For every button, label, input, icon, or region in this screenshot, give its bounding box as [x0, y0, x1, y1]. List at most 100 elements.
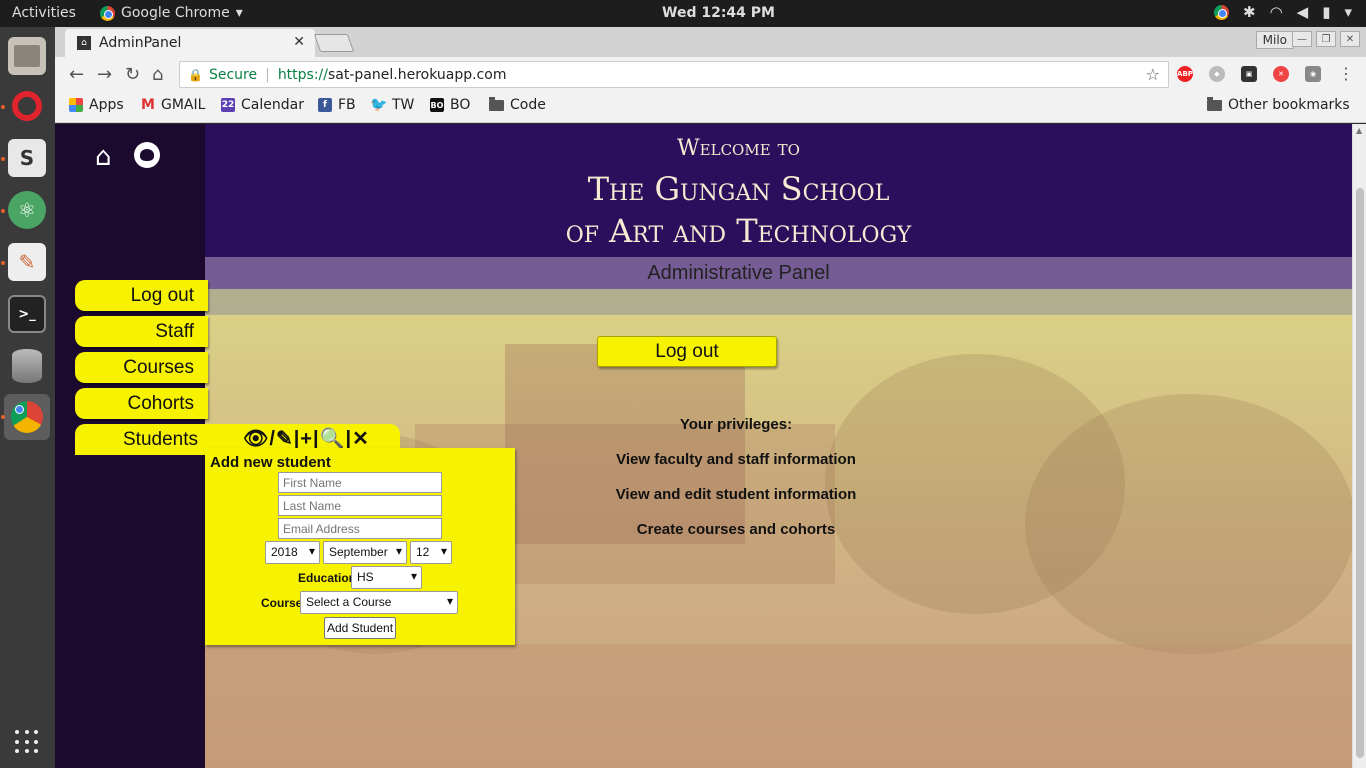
menu-icon[interactable]: ⋮ [1338, 64, 1354, 83]
tab-adminpanel[interactable]: ⌂ AdminPanel ✕ [65, 29, 315, 57]
app-name: Google Chrome [121, 5, 230, 21]
clock[interactable]: Wed 12:44 PM [662, 5, 775, 21]
divider-bar [205, 289, 1352, 315]
dropbox-icon[interactable]: ◆ [1209, 66, 1225, 82]
secure-label: Secure [208, 66, 258, 83]
tab-title: AdminPanel [99, 35, 182, 51]
close-icon[interactable]: ✕ [1340, 31, 1360, 47]
education-select[interactable]: HS [351, 566, 422, 589]
activities-button[interactable]: Activities [12, 5, 76, 21]
running-indicator [1, 105, 5, 109]
maximize-icon[interactable]: ❐ [1316, 31, 1336, 47]
bookmark-label: FB [338, 97, 356, 113]
show-applications-icon[interactable] [15, 730, 39, 754]
first-name-input[interactable] [278, 472, 442, 493]
block-icon[interactable]: ✕ [1273, 66, 1289, 82]
back-icon[interactable]: ← [69, 64, 84, 85]
address-bar[interactable]: 🔒 Secure | https:// sat-panel.herokuapp.… [179, 61, 1169, 88]
adblock-icon[interactable]: ABP [1177, 66, 1193, 82]
home-icon: ⌂ [77, 36, 91, 50]
scrollbar-thumb[interactable] [1356, 188, 1364, 758]
slack-icon[interactable]: S [8, 139, 46, 177]
forward-icon[interactable]: → [97, 64, 112, 85]
home-icon[interactable]: ⌂ [95, 142, 112, 172]
terminal-icon[interactable]: >_ [8, 295, 46, 333]
bo-icon: BO [430, 98, 444, 112]
email-input[interactable] [278, 518, 442, 539]
add-student-button[interactable]: Add Student [324, 617, 396, 639]
nav-staff-button[interactable]: Staff [75, 316, 208, 347]
month-select[interactable]: September [323, 541, 407, 564]
apps-grid-icon [69, 98, 83, 112]
database-icon[interactable] [8, 347, 46, 385]
bookmark-bo[interactable]: BO BO [430, 97, 470, 113]
extension-icon[interactable]: ▣ [1241, 66, 1257, 82]
settings-icon[interactable]: ✱ [1243, 3, 1256, 21]
page-title: Administrative Panel [205, 257, 1352, 289]
volume-icon[interactable]: ◀ [1297, 3, 1309, 21]
files-icon[interactable] [8, 37, 46, 75]
battery-icon[interactable]: ▮ [1322, 3, 1330, 21]
text-editor-icon[interactable]: ✎ [8, 243, 46, 281]
chevron-down-icon[interactable]: ▾ [1344, 3, 1352, 21]
scroll-up-icon[interactable]: ▲ [1356, 126, 1362, 135]
page-content: Welcome to The Gungan School of Art and … [55, 124, 1352, 768]
form-title: Add new student [210, 454, 331, 471]
add-student-form: Add new student 2018 September 12 Educat… [205, 448, 515, 645]
bookmark-tw[interactable]: 🐦 TW [370, 97, 415, 113]
bookmark-fb[interactable]: f FB [318, 97, 356, 113]
twitter-icon: 🐦 [370, 97, 388, 113]
gmail-icon: M [141, 97, 155, 113]
reload-icon[interactable]: ↻ [125, 64, 140, 85]
day-select[interactable]: 12 [410, 541, 452, 564]
building-shape [505, 344, 745, 544]
calendar-icon: 22 [221, 98, 235, 112]
new-tab-button[interactable] [313, 34, 355, 52]
course-select[interactable]: Select a Course [300, 591, 458, 614]
profile-button[interactable]: Milo [1255, 31, 1294, 49]
chrome-icon[interactable] [4, 394, 50, 440]
facebook-icon: f [318, 98, 332, 112]
tab-strip: ⌂ AdminPanel ✕ Milo — ❐ ✕ [55, 27, 1366, 57]
chrome-icon [100, 5, 115, 21]
chrome-icon[interactable] [1213, 4, 1229, 20]
browser-toolbar: ← → ↻ ⌂ 🔒 Secure | https:// sat-panel.he… [55, 57, 1366, 92]
bookmarks-bar: Apps M GMAIL 22 Calendar f FB 🐦 TW BO BO… [55, 92, 1366, 123]
bookmark-label: Code [510, 97, 546, 113]
wifi-icon[interactable]: ◠ [1270, 3, 1283, 21]
nav-logout-button[interactable]: Log out [75, 280, 208, 311]
bookmark-calendar[interactable]: 22 Calendar [221, 97, 304, 113]
chrome-logo-icon [11, 401, 43, 433]
nav-courses-button[interactable]: Courses [75, 352, 208, 383]
bookmark-code[interactable]: Code [489, 96, 546, 113]
bookmark-gmail[interactable]: M GMAIL [141, 97, 205, 113]
bookmark-apps[interactable]: Apps [69, 97, 124, 113]
home-icon[interactable]: ⌂ [152, 64, 163, 85]
privilege-item: View and edit student information [615, 486, 857, 503]
system-top-bar: Activities Google Chrome ▾ Wed 12:44 PM … [0, 0, 1366, 27]
logout-button[interactable]: Log out [597, 336, 777, 367]
bookmark-star-icon[interactable]: ☆ [1146, 65, 1160, 84]
bookmark-label: TW [392, 97, 415, 113]
chevron-down-icon: ▾ [235, 5, 243, 21]
divider: | [265, 66, 270, 83]
page-scrollbar[interactable]: ▲ [1352, 124, 1366, 768]
nav-cohorts-button[interactable]: Cohorts [75, 388, 208, 419]
system-tray[interactable]: ✱ ◠ ◀ ▮ ▾ [1213, 3, 1352, 21]
close-icon[interactable]: ✕ [293, 34, 305, 50]
camera-icon[interactable]: ◉ [1305, 66, 1321, 82]
dock: S ⚛ ✎ >_ [0, 27, 55, 768]
minimize-icon[interactable]: — [1292, 31, 1312, 47]
url-host: sat-panel.herokuapp.com [328, 66, 507, 83]
year-select[interactable]: 2018 [265, 541, 320, 564]
other-bookmarks[interactable]: Other bookmarks [1207, 96, 1350, 113]
page-header: Welcome to The Gungan School of Art and … [205, 124, 1352, 257]
github-icon[interactable] [133, 142, 160, 168]
app-menu[interactable]: Google Chrome ▾ [100, 5, 243, 21]
bookmark-label: GMAIL [161, 97, 206, 113]
atom-icon[interactable]: ⚛ [8, 191, 46, 229]
bookmark-label: Calendar [241, 97, 304, 113]
privilege-item: View faculty and staff information [616, 451, 856, 468]
last-name-input[interactable] [278, 495, 442, 516]
opera-icon[interactable] [8, 87, 46, 125]
